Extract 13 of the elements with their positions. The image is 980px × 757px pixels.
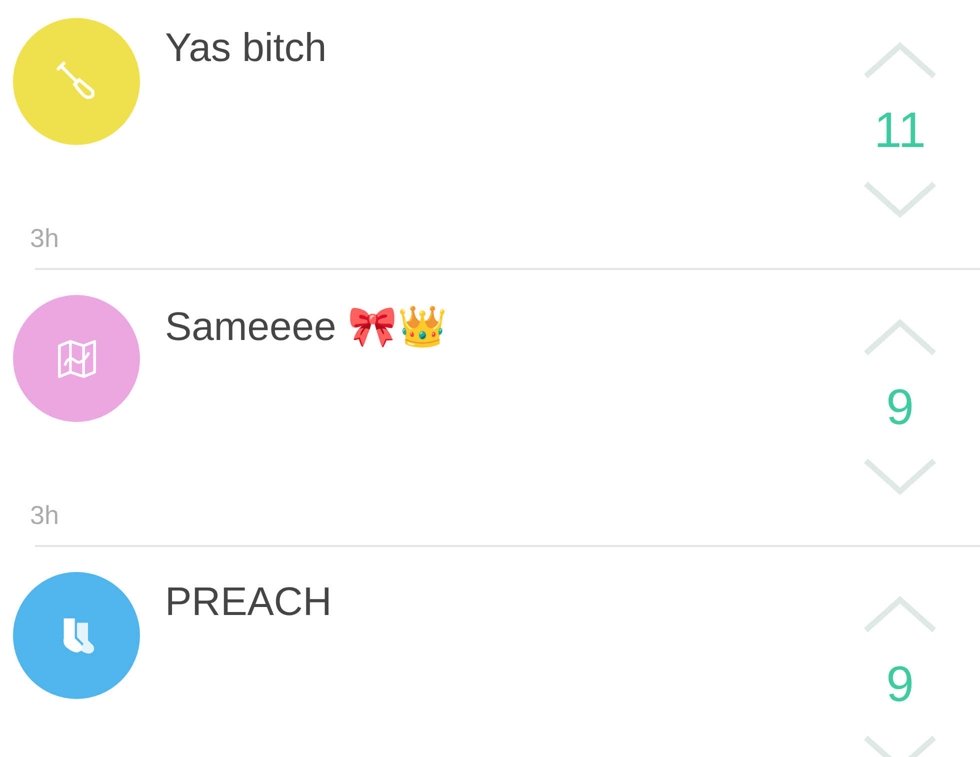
upvote-icon[interactable] [862, 319, 938, 357]
vote-count: 9 [886, 378, 914, 437]
comment-text: PREACH [165, 579, 333, 626]
vote-count: 11 [874, 101, 926, 160]
timestamp: 3h [29, 500, 59, 531]
comment-text: Sameeee 🎀👑 [165, 304, 448, 351]
vote-count: 9 [886, 655, 914, 714]
upvote-icon[interactable] [862, 596, 938, 634]
downvote-icon[interactable] [862, 180, 938, 218]
upvote-icon[interactable] [862, 42, 938, 80]
timestamp: 3h [29, 223, 59, 254]
comment-text: Yas bitch [165, 25, 328, 72]
downvote-icon[interactable] [862, 457, 938, 495]
